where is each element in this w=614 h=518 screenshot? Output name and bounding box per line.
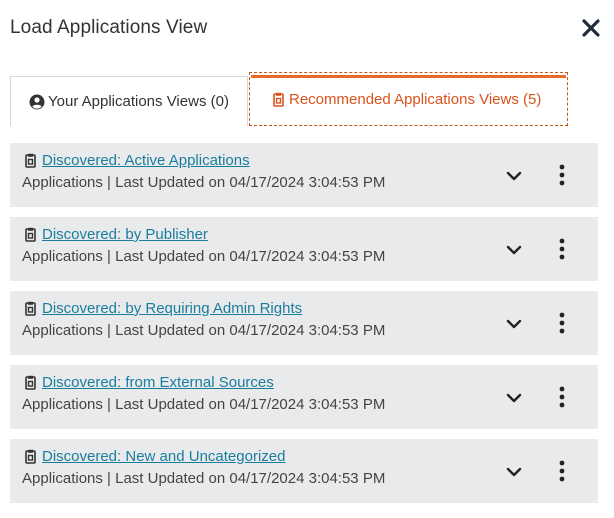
view-meta: Applications | Last Updated on 04/17/202… [22, 174, 386, 191]
chevron-down-icon [506, 319, 522, 329]
more-options-button[interactable] [552, 309, 572, 337]
list-item: Discovered: by Requiring Admin Rights Ap… [10, 291, 598, 355]
close-button[interactable] [578, 14, 604, 42]
expand-button[interactable] [502, 461, 526, 483]
tab-your-applications-views[interactable]: Your Applications Views (0) [10, 76, 248, 126]
more-options-button[interactable] [552, 383, 572, 411]
chevron-down-icon [506, 245, 522, 255]
dialog-header: Load Applications View [10, 14, 604, 44]
view-name-link[interactable]: Discovered: from External Sources [42, 374, 274, 391]
kebab-menu-icon [559, 460, 565, 482]
kebab-menu-icon [559, 386, 565, 408]
user-circle-icon [29, 94, 45, 110]
tab-label: Recommended Applications Views (5) [289, 90, 542, 108]
clipboard-icon [24, 227, 40, 245]
clipboard-icon [272, 92, 285, 107]
dialog-title: Load Applications View [10, 17, 208, 38]
chevron-down-icon [506, 393, 522, 403]
view-name-link[interactable]: Discovered: by Publisher [42, 226, 208, 243]
list-item: Discovered: Active Applications Applicat… [10, 143, 598, 207]
view-meta: Applications | Last Updated on 04/17/202… [22, 248, 386, 265]
tab-recommended-applications-views[interactable]: Recommended Applications Views (5) [249, 72, 568, 126]
view-name-link[interactable]: Discovered: New and Uncategorized [42, 448, 285, 465]
list-item: Discovered: New and Uncategorized Applic… [10, 439, 598, 503]
clipboard-icon [24, 375, 40, 393]
expand-button[interactable] [502, 313, 526, 335]
more-options-button[interactable] [552, 235, 572, 263]
view-tabs: Your Applications Views (0) Recommended … [10, 72, 598, 126]
chevron-down-icon [506, 467, 522, 477]
expand-button[interactable] [502, 387, 526, 409]
list-item: Discovered: by Publisher Applications | … [10, 217, 598, 281]
expand-button[interactable] [502, 165, 526, 187]
expand-button[interactable] [502, 239, 526, 261]
more-options-button[interactable] [552, 161, 572, 189]
tab-label: Your Applications Views (0) [48, 93, 229, 110]
kebab-menu-icon [559, 238, 565, 260]
kebab-menu-icon [559, 164, 565, 186]
kebab-menu-icon [559, 312, 565, 334]
chevron-down-icon [506, 171, 522, 181]
clipboard-icon [24, 449, 40, 467]
view-meta: Applications | Last Updated on 04/17/202… [22, 470, 386, 487]
view-name-link[interactable]: Discovered: Active Applications [42, 152, 250, 169]
clipboard-icon [24, 301, 40, 319]
more-options-button[interactable] [552, 457, 572, 485]
view-meta: Applications | Last Updated on 04/17/202… [22, 396, 386, 413]
clipboard-icon [24, 153, 40, 171]
close-icon [582, 19, 600, 37]
applications-views-list: Discovered: Active Applications Applicat… [10, 143, 598, 513]
view-name-link[interactable]: Discovered: by Requiring Admin Rights [42, 300, 302, 317]
list-item: Discovered: from External Sources Applic… [10, 365, 598, 429]
view-meta: Applications | Last Updated on 04/17/202… [22, 322, 386, 339]
